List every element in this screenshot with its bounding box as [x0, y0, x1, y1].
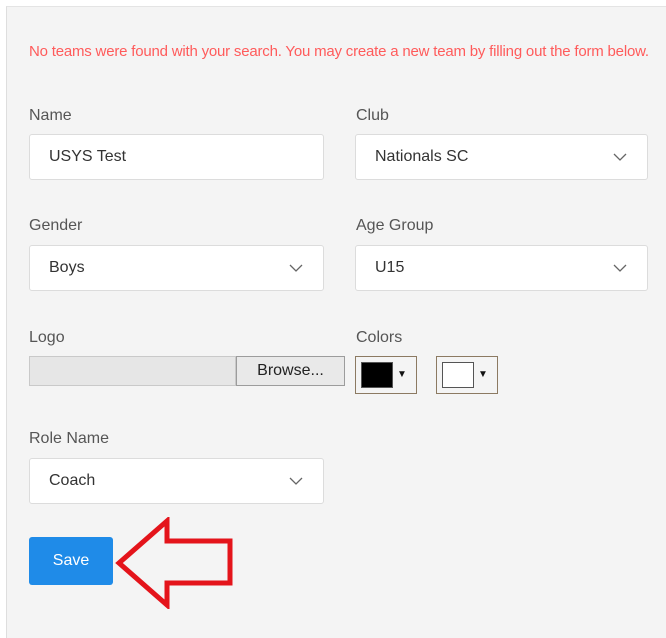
name-input-value: USYS Test: [49, 148, 127, 165]
caret-down-icon: ▼: [478, 369, 488, 380]
age-group-select-value: U15: [375, 259, 405, 276]
chevron-down-icon: [283, 262, 309, 274]
club-select-value: Nationals SC: [375, 148, 469, 165]
red-arrow-annotation-icon: [115, 517, 233, 609]
gender-label: Gender: [29, 217, 83, 234]
gender-select-value: Boys: [49, 259, 85, 276]
primary-color-swatch: [361, 362, 393, 388]
club-select[interactable]: Nationals SC: [355, 134, 648, 180]
caret-down-icon: ▼: [397, 369, 407, 380]
chevron-down-icon: [283, 475, 309, 487]
age-group-select[interactable]: U15: [355, 245, 648, 291]
secondary-color-swatch: [442, 362, 474, 388]
role-name-select-value: Coach: [49, 472, 96, 489]
role-name-label: Role Name: [29, 430, 110, 447]
primary-color-picker[interactable]: ▼: [355, 356, 417, 394]
name-input[interactable]: USYS Test: [29, 134, 324, 180]
no-results-message: No teams were found with your search. Yo…: [29, 43, 649, 60]
name-label: Name: [29, 107, 72, 124]
chevron-down-icon: [607, 262, 633, 274]
gender-select[interactable]: Boys: [29, 245, 324, 291]
logo-file-path[interactable]: [29, 356, 236, 386]
secondary-color-picker[interactable]: ▼: [436, 356, 498, 394]
chevron-down-icon: [607, 151, 633, 163]
colors-label: Colors: [356, 329, 403, 346]
save-button[interactable]: Save: [29, 537, 113, 585]
club-label: Club: [356, 107, 389, 124]
logo-label: Logo: [29, 329, 65, 346]
age-group-label: Age Group: [356, 217, 434, 234]
create-team-panel: No teams were found with your search. Yo…: [6, 6, 666, 638]
browse-button[interactable]: Browse...: [236, 356, 345, 386]
role-name-select[interactable]: Coach: [29, 458, 324, 504]
